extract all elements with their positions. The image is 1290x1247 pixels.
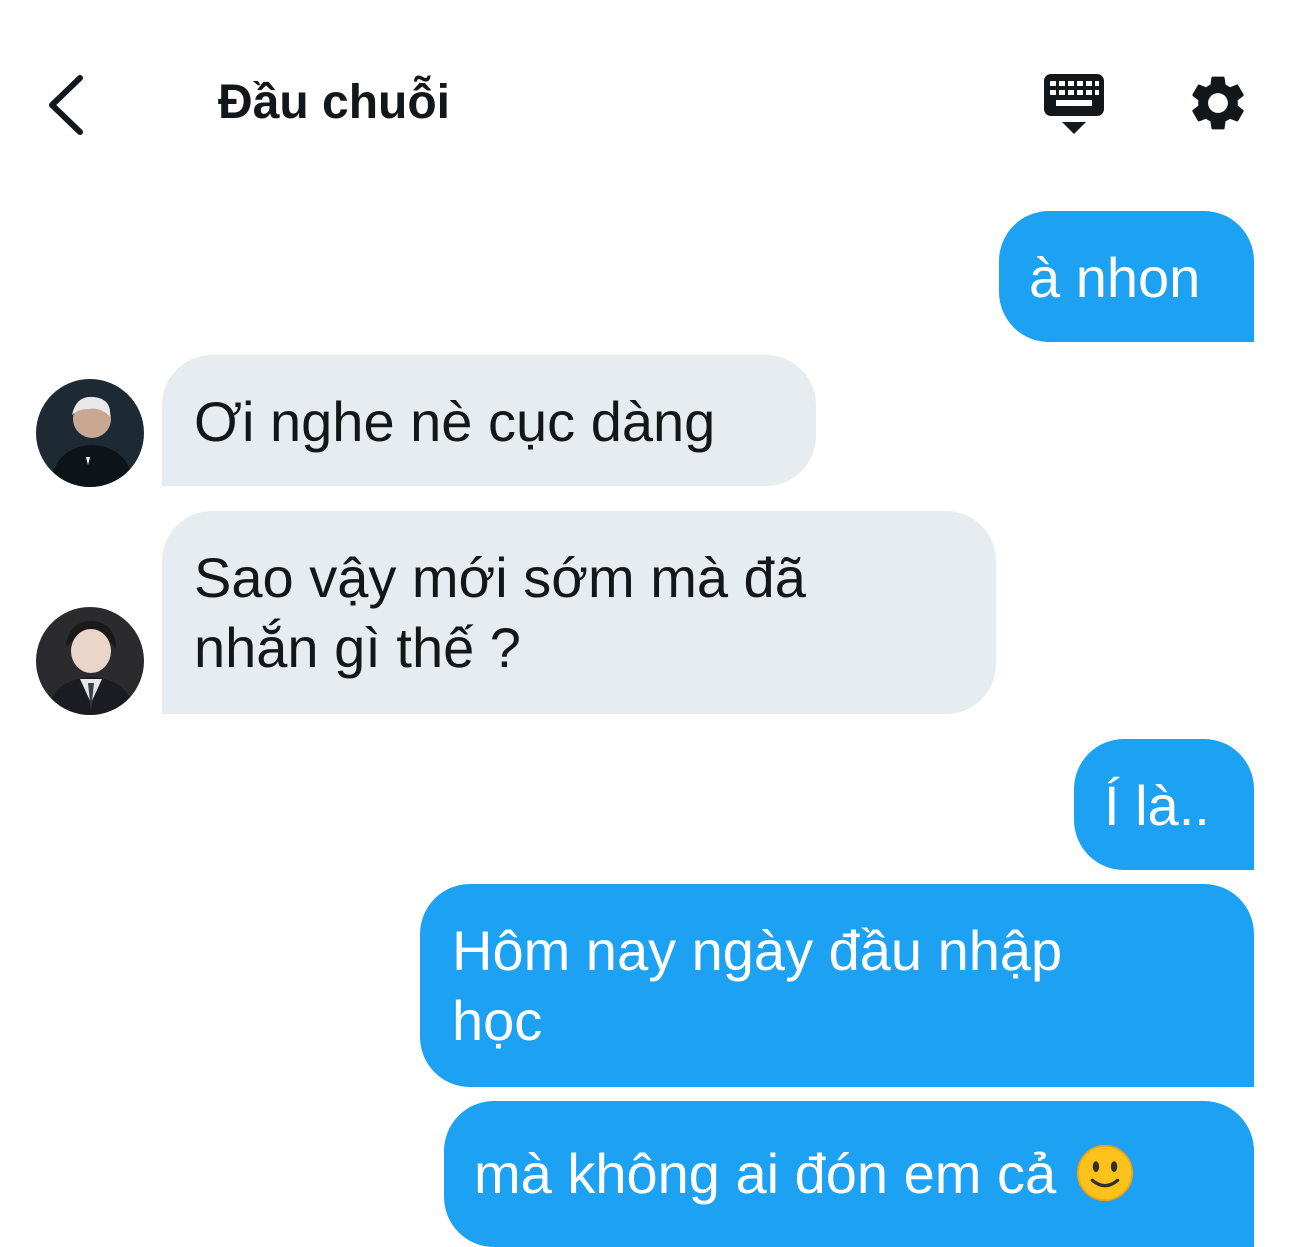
message-bubble-incoming[interactable]: Sao vậy mới sớm mà đã nhắn gì thế ? [162,511,996,714]
conversation-title: Đầu chuỗi [218,76,451,129]
conversation-header: Đầu chuỗi [0,0,1290,200]
avatar[interactable] [36,607,144,715]
back-button[interactable] [40,70,100,140]
message-text: à nhon [1029,246,1201,309]
message-text-line: học [452,989,543,1052]
message-bubble-outgoing[interactable]: mà không ai đón em cả [444,1101,1254,1247]
settings-button[interactable] [1185,70,1251,136]
message-bubble-outgoing[interactable]: Hôm nay ngày đầu nhập học [420,884,1254,1087]
profile-photo [36,379,144,487]
profile-photo [36,607,144,715]
keyboard-toggle-button[interactable] [1038,70,1110,140]
message-bubble-outgoing[interactable]: à nhon [999,211,1254,342]
message-text-line: nhắn gì thế ? [194,616,521,679]
message-text-line: Hôm nay ngày đầu nhập [452,919,1063,982]
message-text-line: Sao vậy mới sớm mà đã [194,546,806,609]
chevron-left-icon [49,75,83,135]
slightly-smiling-face-emoji [1076,1145,1133,1202]
message-text: mà không ai đón em cả [474,1142,1057,1205]
gear-icon [1192,76,1244,130]
message-bubble-incoming[interactable]: Ơi nghe nè cục dàng [162,355,816,486]
message-text: Í là.. [1104,774,1210,837]
message-bubble-outgoing[interactable]: Í là.. [1074,739,1254,870]
avatar[interactable] [36,379,144,487]
message-text: Ơi nghe nè cục dàng [194,390,716,453]
keyboard-icon [1044,74,1104,134]
